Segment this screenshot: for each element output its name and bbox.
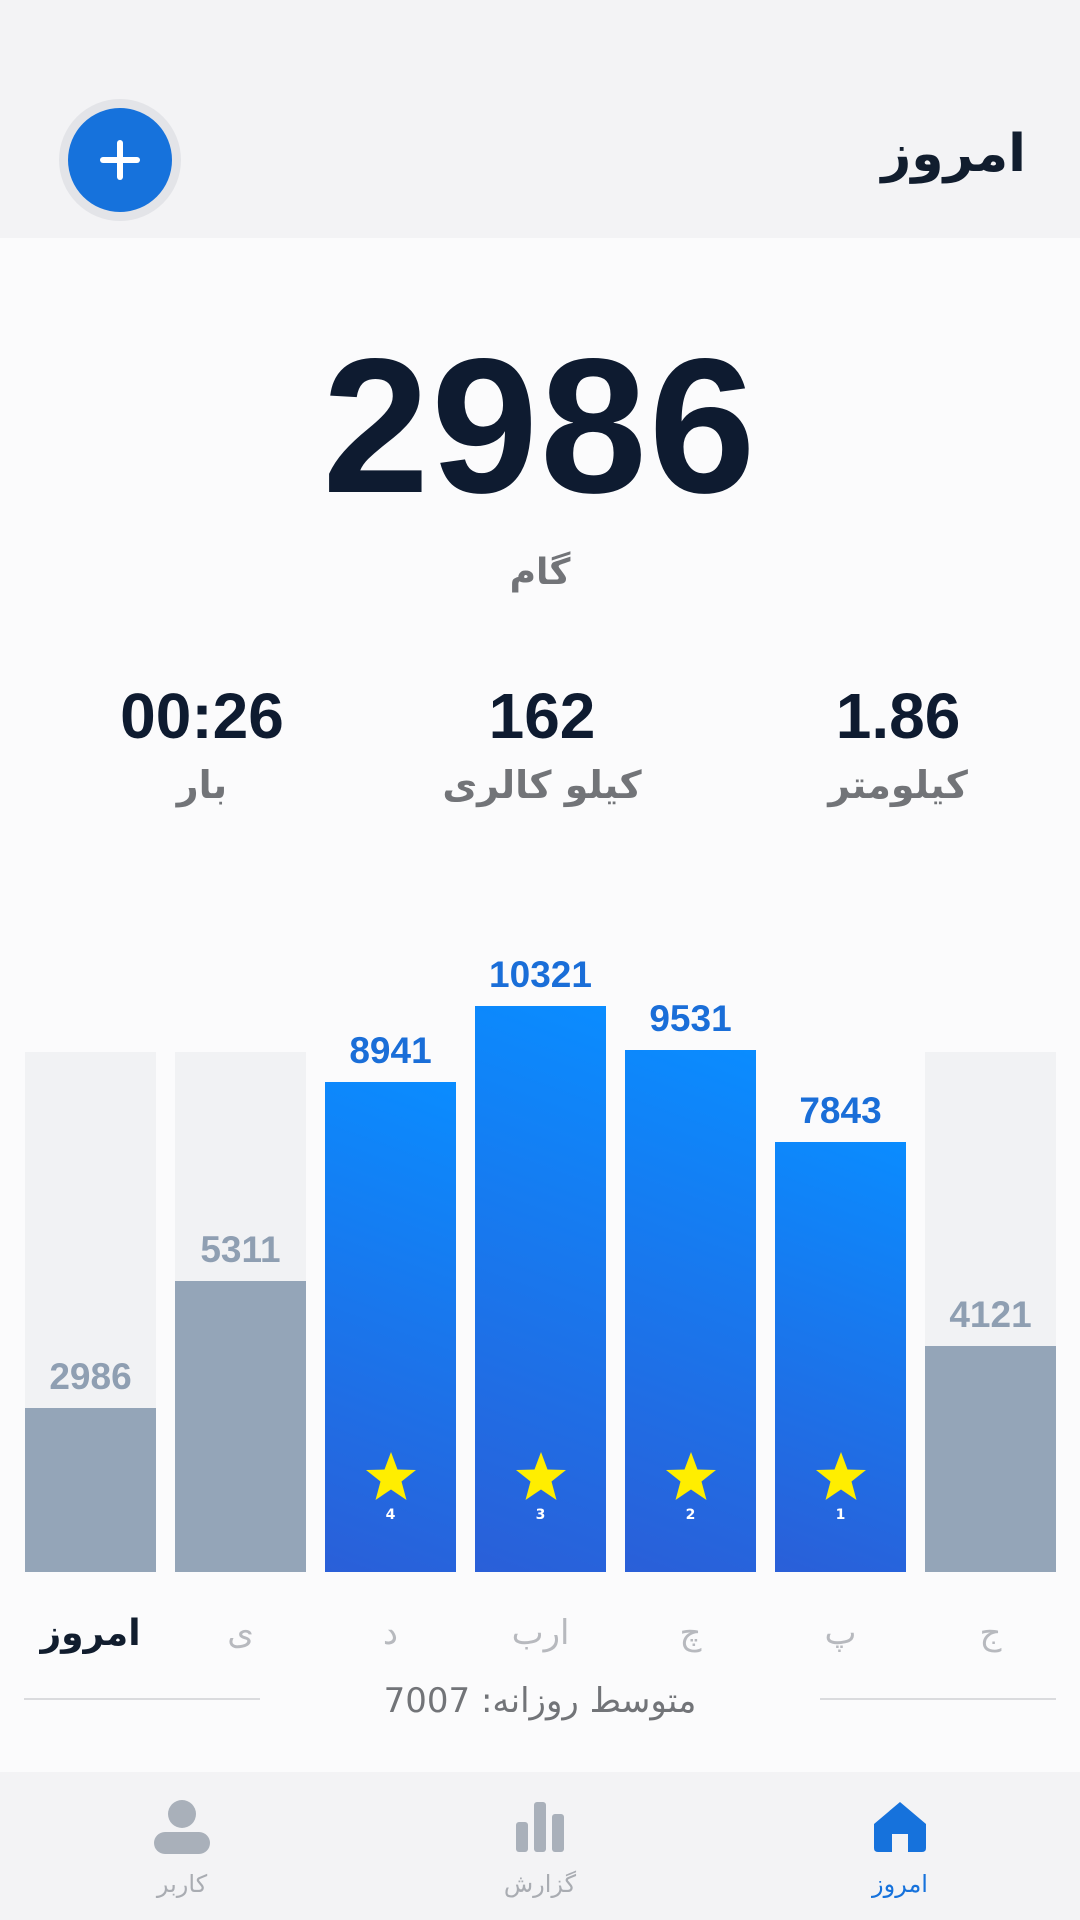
star-rank-label: 4 [385, 1507, 396, 1523]
day-label: ی [227, 1613, 254, 1653]
duration-stat: 00:26 بار [52, 684, 352, 804]
weekly-steps-chart: 4121 ج 7843 1 پ 9531 2 چ 10321 3 ارب 8941 4 د 5311 ی 298… [0, 880, 1080, 1652]
user-icon [154, 1800, 210, 1854]
nav-label-report: گزارش [503, 1870, 577, 1898]
bar-value-label: 8941 [349, 1030, 432, 1071]
bottom-navigation: امروز گزارش کاربر [0, 1772, 1080, 1920]
day-label: چ [679, 1613, 702, 1653]
star-rank-label: 3 [535, 1507, 546, 1523]
star-icon [665, 1452, 716, 1500]
bar-value-label: 10321 [489, 954, 592, 995]
distance-value: 1.86 [835, 680, 961, 752]
duration-label: بار [176, 763, 228, 807]
day-label: ج [979, 1613, 1002, 1653]
today-screen: امروز 2986 گام 1.86 کیلومتر 162 کیلو کال… [0, 0, 1080, 1920]
calories-value: 162 [488, 680, 596, 752]
star-rank-label: 2 [685, 1507, 696, 1523]
nav-label-user: کاربر [156, 1870, 208, 1898]
bar-value-label: 2986 [49, 1356, 132, 1397]
bar-امروز[interactable] [25, 1408, 156, 1572]
page-title: امروز [881, 124, 1026, 184]
nav-item-today[interactable]: امروز [780, 1772, 1020, 1920]
duration-value: 00:26 [120, 680, 284, 752]
day-label: پ [824, 1613, 857, 1653]
bar-ی[interactable] [175, 1281, 306, 1572]
home-icon [874, 1802, 926, 1852]
bar-value-label: 7843 [799, 1090, 882, 1131]
distance-stat: 1.86 کیلومتر [748, 684, 1048, 804]
add-button[interactable] [68, 108, 172, 212]
app-header: امروز [0, 0, 1080, 238]
star-icon [515, 1452, 566, 1500]
step-count: 2986 [322, 318, 758, 533]
calories-label: کیلو کالری [442, 763, 642, 807]
bar-value-label: 4121 [949, 1294, 1032, 1335]
distance-label: کیلومتر [828, 763, 968, 807]
bar-ج[interactable] [925, 1346, 1056, 1572]
bar-value-label: 9531 [649, 998, 732, 1039]
calories-stat: 162 کیلو کالری [392, 684, 692, 804]
nav-item-user[interactable]: کاربر [62, 1772, 302, 1920]
nav-item-report[interactable]: گزارش [420, 1772, 660, 1920]
star-rank-label: 1 [835, 1507, 846, 1523]
day-label: ارب [511, 1613, 570, 1653]
bar-chart-icon [516, 1802, 564, 1852]
day-label: امروز [40, 1613, 141, 1654]
daily-average: 7007 متوسط روزانه: [0, 1684, 1080, 1718]
bar-value-label: 5311 [200, 1229, 281, 1270]
nav-label-today: امروز [872, 1870, 928, 1898]
star-icon [815, 1452, 866, 1500]
star-icon [365, 1452, 416, 1500]
day-label: د [382, 1613, 399, 1653]
daily-average-label: متوسط روزانه: [480, 1681, 697, 1721]
step-count-unit: گام [509, 552, 571, 593]
daily-average-value: 7007 [383, 1681, 471, 1721]
plus-icon [100, 140, 140, 180]
